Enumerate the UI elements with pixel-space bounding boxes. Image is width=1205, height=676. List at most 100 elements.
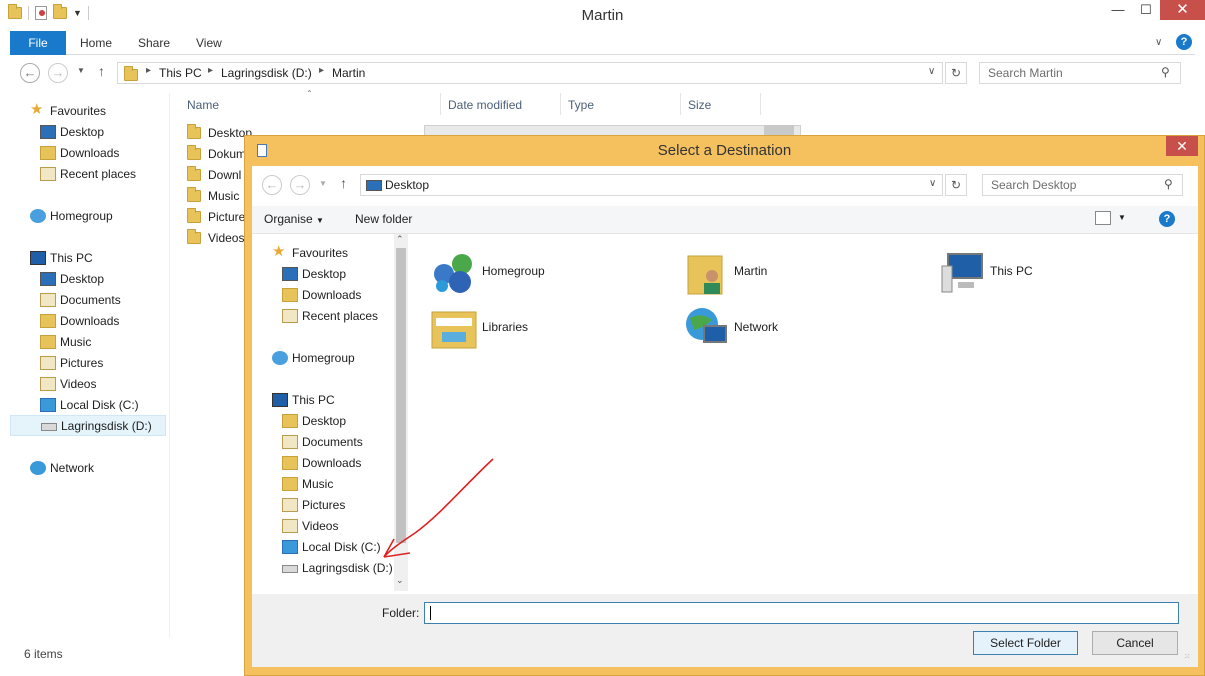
nav-pc-desktop[interactable]: Desktop	[282, 411, 392, 431]
dialog-footer: Folder: Select Folder Cancel ⁙	[252, 594, 1198, 667]
breadcrumb-this-pc[interactable]: This PC	[159, 66, 202, 80]
forward-button[interactable]: →	[48, 63, 68, 83]
list-item[interactable]: Desktop	[187, 123, 252, 143]
nav-desktop[interactable]: Desktop	[40, 122, 170, 142]
view-options-icon[interactable]	[1095, 211, 1111, 225]
help-icon[interactable]: ?	[1176, 34, 1192, 50]
nav-pc-music[interactable]: Music	[40, 332, 170, 352]
tab-share[interactable]: Share	[138, 31, 170, 55]
tab-home[interactable]: Home	[80, 31, 112, 55]
item-this-pc[interactable]: This PC	[938, 248, 1118, 296]
resize-grip[interactable]: ⁙	[1184, 652, 1191, 661]
address-bar[interactable]: ▸ This PC ▸ Lagringsdisk (D:) ▸ Martin ∨	[117, 62, 943, 84]
list-item[interactable]: Picture	[187, 207, 247, 227]
refresh-icon[interactable]: ↻	[945, 174, 967, 196]
tab-view[interactable]: View	[196, 31, 222, 55]
desktop-icon	[40, 125, 56, 139]
expand-ribbon-icon[interactable]: ∨	[1155, 31, 1162, 55]
nav-pc-documents[interactable]: Documents	[282, 432, 392, 452]
column-size[interactable]: Size	[688, 96, 711, 114]
close-button[interactable]: ✕	[1160, 0, 1205, 20]
windows-disk-icon	[40, 398, 56, 412]
item-homegroup[interactable]: Homegroup	[430, 248, 610, 296]
scroll-up-icon[interactable]: ⌃	[396, 234, 404, 245]
nav-pc-documents[interactable]: Documents	[40, 290, 170, 310]
star-icon: ★	[30, 101, 44, 118]
pane-divider	[169, 93, 170, 638]
list-item[interactable]: Videos	[187, 228, 247, 248]
folder-icon	[187, 166, 201, 181]
nav-this-pc[interactable]: This PC	[30, 248, 170, 268]
maximize-button[interactable]: ☐	[1132, 0, 1160, 22]
music-icon	[40, 335, 56, 349]
new-folder-button[interactable]: New folder	[355, 212, 412, 226]
breadcrumb-martin[interactable]: Martin	[332, 66, 365, 80]
nav-homegroup[interactable]: Homegroup	[30, 206, 170, 226]
address-text: Desktop	[385, 178, 430, 192]
tab-file[interactable]: File	[10, 31, 66, 55]
nav-this-pc[interactable]: This PC	[272, 390, 392, 410]
up-arrow-icon[interactable]: ↑	[340, 175, 347, 191]
downloads-icon	[40, 314, 56, 328]
chevron-down-icon[interactable]: ∨	[929, 178, 936, 189]
nav-homegroup[interactable]: Homegroup	[272, 348, 392, 368]
breadcrumb-drive[interactable]: Lagringsdisk (D:)	[221, 66, 312, 80]
nav-downloads[interactable]: Downloads	[40, 143, 170, 163]
forward-button[interactable]: →	[290, 175, 310, 195]
nav-favourites[interactable]: ★ Favourites	[30, 101, 170, 121]
nav-downloads[interactable]: Downloads	[282, 285, 392, 305]
column-type[interactable]: Type	[568, 96, 594, 114]
nav-network[interactable]: Network	[30, 458, 170, 478]
list-item[interactable]: Downl	[187, 165, 247, 185]
nav-favourites[interactable]: ★ Favourites	[272, 243, 392, 263]
select-folder-button[interactable]: Select Folder	[973, 631, 1078, 655]
list-item[interactable]: Dokum	[187, 144, 247, 164]
help-icon[interactable]: ?	[1159, 211, 1175, 227]
computer-icon	[30, 251, 46, 265]
pictures-icon	[40, 356, 56, 370]
column-name[interactable]: Name	[187, 96, 219, 114]
folder-label: Folder:	[382, 606, 420, 620]
recent-locations-icon[interactable]: ▼	[77, 66, 85, 75]
dialog-address-bar[interactable]: Desktop ∨	[360, 174, 943, 196]
select-destination-dialog: Select a Destination ✕ ← → ▼ ↑ Desktop ∨…	[244, 135, 1205, 676]
nav-lagringsdisk-d[interactable]: Lagringsdisk (D:)	[10, 415, 166, 436]
back-button[interactable]: ←	[20, 63, 40, 83]
nav-pc-pictures[interactable]: Pictures	[40, 353, 170, 373]
recent-locations-icon[interactable]: ▼	[319, 179, 327, 188]
scroll-down-icon[interactable]: ⌄	[396, 575, 404, 586]
column-date-modified[interactable]: Date modified	[448, 96, 522, 114]
organise-button[interactable]: Organise ▼	[264, 212, 324, 226]
refresh-icon[interactable]: ↻	[945, 62, 967, 84]
network-icon	[686, 308, 727, 343]
drive-icon	[41, 423, 57, 431]
dialog-search-input[interactable]: Search Desktop	[982, 174, 1183, 196]
folder-icon	[187, 229, 201, 244]
nav-recent-places[interactable]: Recent places	[40, 164, 170, 184]
item-martin[interactable]: Martin	[682, 248, 862, 296]
nav-local-disk-c[interactable]: Local Disk (C:)	[40, 395, 170, 415]
item-libraries[interactable]: Libraries	[430, 304, 610, 352]
up-arrow-icon[interactable]: ↑	[98, 63, 105, 79]
folder-input[interactable]	[424, 602, 1179, 624]
dialog-close-button[interactable]: ✕	[1166, 136, 1198, 156]
nav-pc-desktop[interactable]: Desktop	[40, 269, 170, 289]
list-item[interactable]: Music	[187, 186, 247, 206]
videos-icon	[40, 377, 56, 391]
item-network[interactable]: Network	[682, 304, 862, 352]
folder-icon	[187, 208, 201, 223]
chevron-down-icon[interactable]: ▼	[1118, 213, 1126, 222]
minimize-button[interactable]: —	[1104, 0, 1132, 22]
desktop-icon	[282, 267, 298, 281]
back-button[interactable]: ←	[262, 175, 282, 195]
nav-pc-videos[interactable]: Videos	[40, 374, 170, 394]
nav-pc-downloads[interactable]: Downloads	[40, 311, 170, 331]
downloads-icon	[282, 456, 298, 470]
desktop-folder-icon	[282, 414, 298, 428]
nav-desktop[interactable]: Desktop	[282, 264, 392, 284]
cancel-button[interactable]: Cancel	[1092, 631, 1178, 655]
downloads-icon	[40, 146, 56, 160]
search-input[interactable]: Search Martin	[979, 62, 1181, 84]
nav-recent-places[interactable]: Recent places	[282, 306, 392, 326]
chevron-down-icon[interactable]: ∨	[928, 66, 935, 77]
